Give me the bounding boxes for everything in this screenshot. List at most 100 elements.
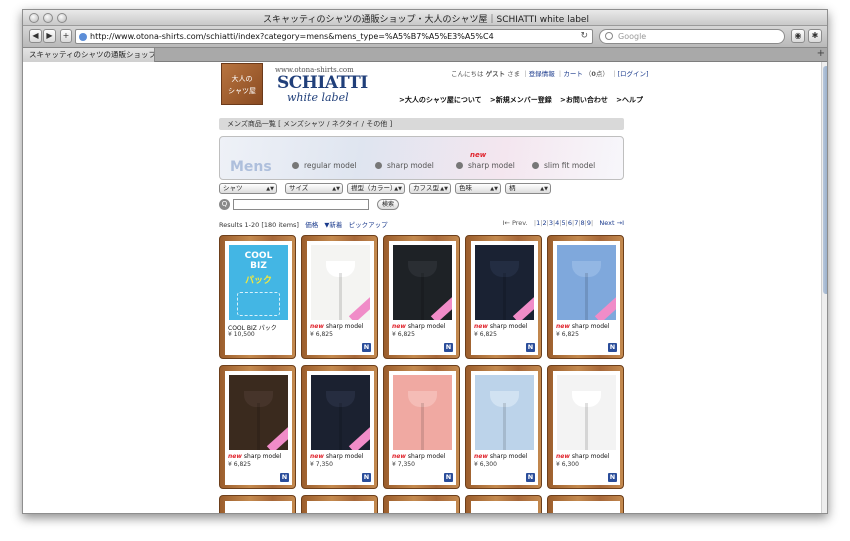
sort-new-link[interactable]: ▼新着 — [324, 221, 342, 229]
filter-color[interactable]: 色味 ▲▼ — [455, 183, 501, 194]
card-body: new sharp model ¥ 7,350 N — [307, 371, 374, 485]
product-price: ¥ 6,825 — [228, 461, 251, 468]
logo-line1: 大人の — [231, 75, 253, 83]
coolbiz-pack: パック — [244, 276, 272, 286]
vertical-scrollbar[interactable] — [821, 62, 827, 513]
new-badge-icon: N — [280, 473, 289, 482]
page-menu-button[interactable]: ◉ — [791, 29, 805, 43]
sort-pickup-link[interactable]: ピックアップ — [349, 221, 388, 229]
product-name: sharp model — [407, 453, 446, 460]
filter-collar[interactable]: 襟型（カラー） ▲▼ — [347, 183, 405, 194]
product-card[interactable]: new sharp model ¥ 7,350 N — [301, 365, 378, 489]
nav-help[interactable]: >ヘルプ — [616, 96, 643, 104]
logo-line2: シャツ屋 — [228, 87, 256, 95]
radio-icon — [456, 162, 463, 169]
model-selector-banner: Mens regular model sharp model new sharp… — [219, 136, 624, 180]
product-card-partial[interactable] — [383, 495, 460, 513]
card-body: new sharp model ¥ 6,825 N — [471, 241, 538, 355]
product-card[interactable]: new sharp model ¥ 6,825 N — [219, 365, 296, 489]
new-badge-icon: N — [526, 473, 535, 482]
login-link[interactable]: [ログイン] — [618, 70, 649, 78]
shirt-image — [229, 375, 288, 450]
sort-price-link[interactable]: 価格 — [305, 221, 318, 229]
model-label: regular model — [304, 161, 357, 170]
product-card[interactable]: new sharp model ¥ 6,825 N — [547, 235, 624, 359]
product-name: sharp model — [243, 453, 282, 460]
scrollbar-thumb[interactable] — [823, 66, 827, 294]
product-card-partial[interactable] — [301, 495, 378, 513]
new-mark: new — [310, 323, 324, 330]
product-price: ¥ 10,500 — [228, 331, 255, 338]
keyword-search: Q 検索 — [219, 199, 624, 211]
reload-icon[interactable]: ↻ — [580, 31, 588, 41]
browser-toolbar: ◀ ▶ + http://www.otona-shirts.com/schiat… — [23, 26, 827, 48]
nav-contact[interactable]: >お問い合わせ — [560, 96, 608, 104]
product-card[interactable]: new sharp model ¥ 6,300 N — [547, 365, 624, 489]
brand-name[interactable]: SCHIATTI — [277, 73, 368, 93]
product-name: sharp model — [325, 453, 364, 460]
new-tab-button[interactable]: + — [817, 48, 825, 59]
nav-about[interactable]: >大人のシャツ屋について — [399, 96, 482, 104]
filter-label: シャツ — [223, 184, 243, 192]
back-button[interactable]: ◀ — [29, 29, 42, 43]
card-body: new sharp model ¥ 6,825 N — [307, 241, 374, 355]
product-card-partial[interactable] — [219, 495, 296, 513]
product-label: new sharp model — [228, 453, 281, 460]
forward-button[interactable]: ▶ — [43, 29, 56, 43]
filter-size[interactable]: サイズ ▲▼ — [285, 183, 343, 194]
product-price: ¥ 6,825 — [392, 331, 415, 338]
add-bookmark-button[interactable]: + — [60, 29, 72, 43]
page-icon: ◉ — [794, 31, 802, 40]
product-name: sharp model — [489, 323, 528, 330]
cart-link[interactable]: カート — [563, 70, 583, 78]
shirt-image — [311, 245, 370, 320]
shirt-placket — [339, 403, 342, 450]
keyword-input[interactable] — [233, 199, 369, 210]
register-link[interactable]: 登録情報 — [529, 70, 555, 78]
new-badge-icon: N — [444, 473, 453, 482]
product-card[interactable]: new sharp model ¥ 6,300 N — [465, 365, 542, 489]
model-regular[interactable]: regular model — [292, 161, 357, 170]
new-mark: new — [228, 453, 242, 460]
shirt-image — [557, 245, 616, 320]
tab-current[interactable]: スキャッティのシャツの通販ショップ･･･ — [23, 48, 155, 62]
filter-category[interactable]: シャツ ▲▼ — [219, 183, 277, 194]
search-button[interactable]: 検索 — [377, 199, 399, 210]
card-body: new sharp model ¥ 7,350 N — [389, 371, 456, 485]
product-price: ¥ 6,825 — [474, 331, 497, 338]
greeting-text: こんにちは — [451, 70, 484, 78]
shop-logo[interactable]: 大人の シャツ屋 — [221, 63, 263, 105]
product-card-partial[interactable] — [465, 495, 542, 513]
filter-pattern[interactable]: 柄 ▲▼ — [505, 183, 551, 194]
browser-search-field[interactable]: Google — [599, 29, 785, 44]
filter-label: カフス型 — [413, 184, 439, 192]
search-icon — [605, 32, 613, 40]
model-slim-fit[interactable]: slim fit model — [532, 161, 595, 170]
product-card[interactable]: COOL BIZ パック COOL BIZ パック ¥ 10,500 — [219, 235, 296, 359]
card-body — [389, 501, 456, 513]
prev-page-link[interactable]: I← Prev. — [503, 219, 528, 227]
shirt-placket — [503, 403, 506, 450]
product-card[interactable]: new sharp model ¥ 7,350 N — [383, 365, 460, 489]
next-page-link[interactable]: Next →I — [599, 219, 624, 227]
url-text: http://www.otona-shirts.com/schiatti/ind… — [90, 32, 494, 41]
filter-label: 襟型（カラー） — [351, 184, 397, 192]
settings-menu-button[interactable]: ✱ — [808, 29, 822, 43]
magnifier-icon: Q — [219, 199, 230, 210]
product-card[interactable]: new sharp model ¥ 6,825 N — [383, 235, 460, 359]
product-card[interactable]: new sharp model ¥ 6,825 N — [465, 235, 542, 359]
product-card-partial[interactable] — [547, 495, 624, 513]
filter-label: サイズ — [289, 184, 309, 192]
product-card[interactable]: new sharp model ¥ 6,825 N — [301, 235, 378, 359]
nav-register[interactable]: >新規メンバー登録 — [490, 96, 552, 104]
filter-cuffs[interactable]: カフス型 ▲▼ — [409, 183, 451, 194]
product-label: new sharp model — [310, 323, 363, 330]
new-badge-icon: N — [608, 343, 617, 352]
model-sharp-new[interactable]: sharp model — [456, 161, 515, 170]
filter-label: 色味 — [459, 184, 472, 192]
product-label: new sharp model — [310, 453, 363, 460]
card-body — [225, 501, 292, 513]
address-bar[interactable]: http://www.otona-shirts.com/schiatti/ind… — [75, 29, 593, 44]
model-sharp[interactable]: sharp model — [375, 161, 434, 170]
shirt-placket — [257, 403, 260, 450]
